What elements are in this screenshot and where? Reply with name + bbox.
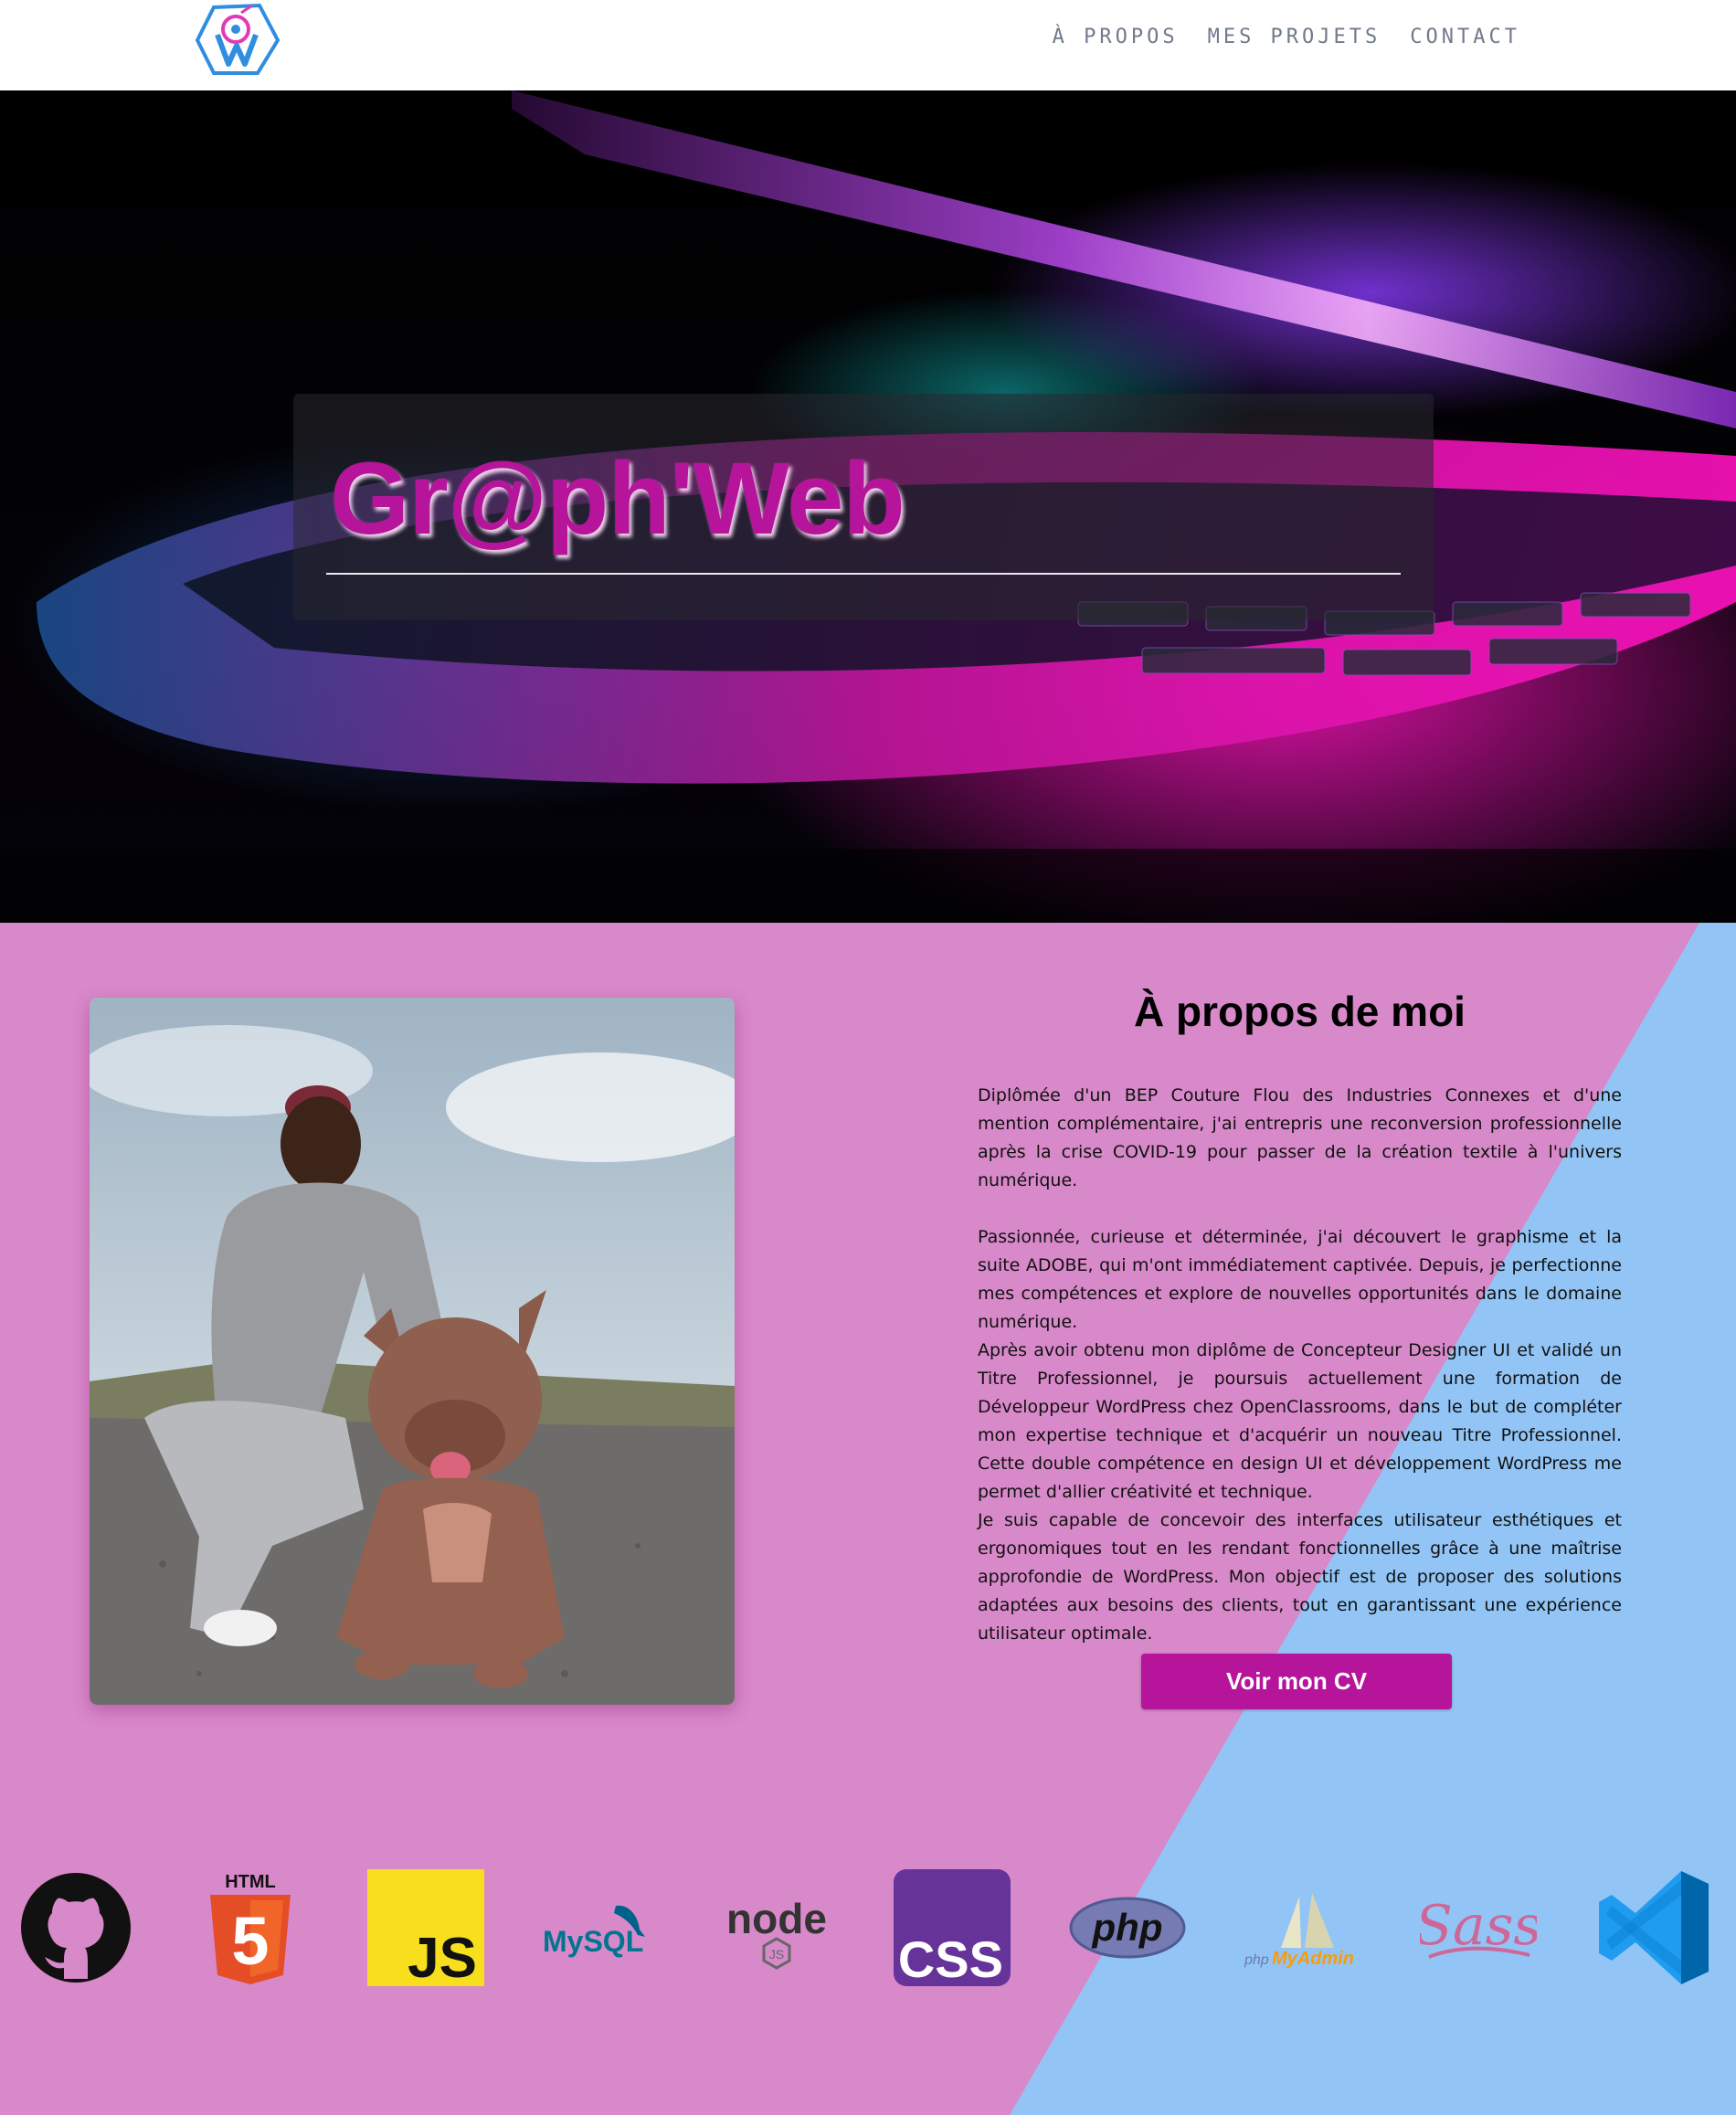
about-section: À propos de moi Diplômée d'un BEP Coutur…	[0, 923, 1736, 2115]
css-icon[interactable]: CSS	[894, 1869, 1011, 1986]
php-label: php	[1092, 1906, 1163, 1949]
profile-photo-image	[90, 998, 735, 1705]
profile-photo	[90, 998, 735, 1705]
hero-banner: Gr@ph'Web	[0, 90, 1736, 923]
nodejs-icon[interactable]: node JS	[718, 1869, 835, 1986]
hero-title: Gr@ph'Web	[330, 441, 905, 555]
javascript-icon[interactable]: JS	[367, 1869, 484, 1986]
css-label: CSS	[898, 1930, 1003, 1986]
mysql-icon[interactable]: MySQL	[543, 1869, 660, 1986]
nav-link-contact[interactable]: CONTACT	[1410, 26, 1520, 48]
site-header: À PROPOS MES PROJETS CONTACT	[0, 0, 1736, 90]
node-sub-label: JS	[769, 1947, 784, 1962]
phpmyadmin-icon[interactable]: php MyAdmin	[1244, 1869, 1361, 1986]
nav-link-a-propos[interactable]: À PROPOS	[1053, 26, 1179, 48]
vscode-icon[interactable]	[1595, 1869, 1712, 1986]
about-text-column: À propos de moi Diplômée d'un BEP Coutur…	[978, 976, 1622, 1648]
phpmyadmin-prefix: php	[1244, 1952, 1269, 1968]
js-label: JS	[408, 1927, 477, 1986]
about-title: À propos de moi	[1134, 988, 1466, 1035]
phpmyadmin-label: MyAdmin	[1272, 1949, 1354, 1969]
nav-link-mes-projets[interactable]: MES PROJETS	[1208, 26, 1381, 48]
github-icon[interactable]	[17, 1869, 134, 1986]
hero-title-box: Gr@ph'Web	[293, 394, 1434, 620]
sass-icon[interactable]: Sass	[1420, 1869, 1537, 1986]
php-icon[interactable]: php	[1069, 1869, 1186, 1986]
about-paragraph-2: Passionnée, curieuse et déterminée, j'ai…	[978, 1227, 1622, 1332]
hero-divider	[326, 573, 1401, 575]
main-nav: À PROPOS MES PROJETS CONTACT	[1053, 26, 1520, 48]
about-paragraph-1: Diplômée d'un BEP Couture Flou des Indus…	[978, 1085, 1622, 1190]
mysql-label: MySQL	[543, 1925, 643, 1958]
site-logo[interactable]	[194, 0, 281, 79]
view-cv-button[interactable]: Voir mon CV	[1141, 1654, 1452, 1709]
about-paragraph-3: Après avoir obtenu mon diplôme de Concep…	[978, 1340, 1622, 1502]
node-label: node	[726, 1895, 827, 1942]
html5-number: 5	[231, 1903, 269, 1979]
about-paragraph-4: Je suis capable de concevoir des interfa…	[978, 1510, 1622, 1644]
logo-icon	[195, 3, 281, 75]
html-label: HTML	[225, 1872, 276, 1892]
html5-icon[interactable]: HTML 5	[192, 1869, 309, 1986]
tech-logos-row: HTML 5 JS MySQL node JS CSS php php MyAd…	[0, 1869, 1736, 1997]
